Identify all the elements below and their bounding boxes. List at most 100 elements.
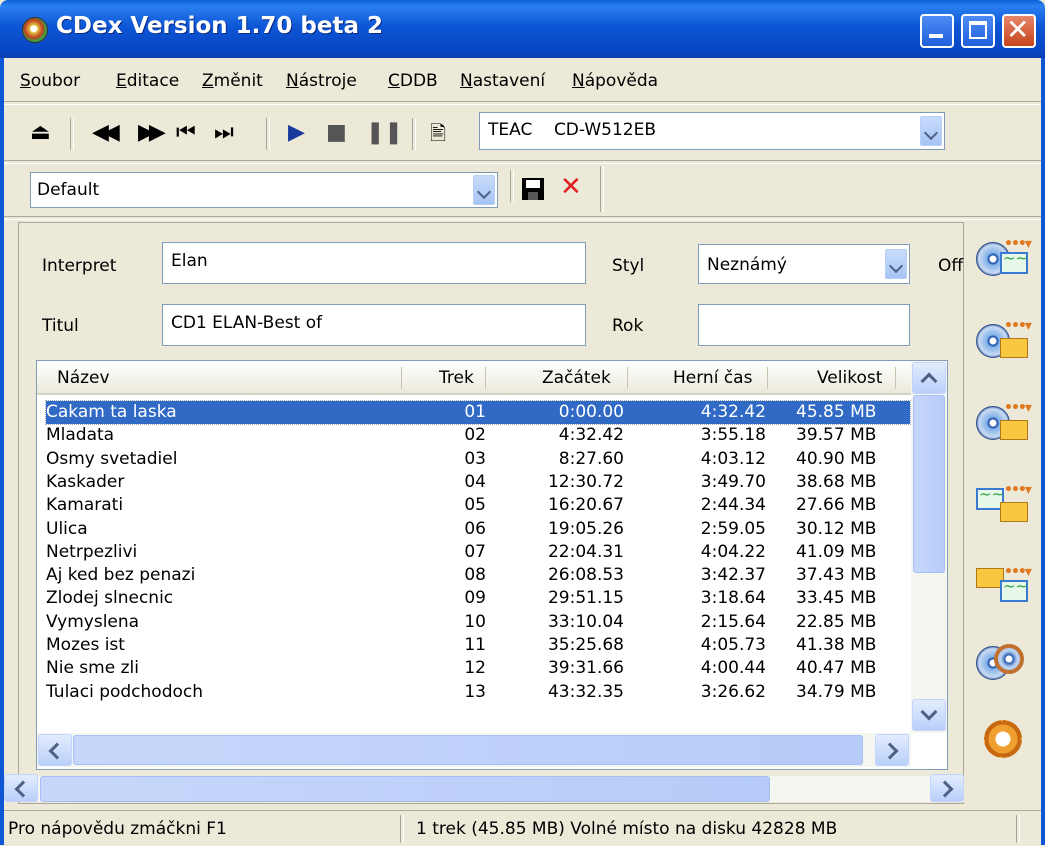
drive-select[interactable]: TEAC CD-W512EB <box>479 112 945 150</box>
track-name: Osmy svetadiel <box>46 448 178 469</box>
rip-to-wav-icon[interactable]: •••▾ <box>974 234 1032 284</box>
column-header-zacatek[interactable]: Začátek <box>542 368 611 388</box>
menu-nastaveni[interactable]: Nastavení <box>460 71 545 91</box>
profile-select[interactable]: Default <box>30 172 498 208</box>
profile-select-value: Default <box>37 180 100 200</box>
table-row[interactable]: Tulaci podchodoch 13 43:32.35 3:26.62 34.79 … <box>46 681 910 704</box>
titul-value: CD1 ELAN-Best of <box>171 313 323 333</box>
column-divider[interactable] <box>767 367 768 389</box>
minimize-button[interactable] <box>920 14 954 48</box>
menu-cddb[interactable]: CDDB <box>388 71 438 91</box>
interpret-input[interactable]: Elan <box>162 242 586 284</box>
play-icon[interactable]: ▶ <box>288 122 305 144</box>
titul-label: Titul <box>42 316 79 336</box>
status-help: Pro nápovědu zmáčkni F1 <box>8 819 227 839</box>
panel-horizontal-scrollbar[interactable] <box>4 774 964 802</box>
next-track-icon[interactable]: ⏭ <box>214 122 234 144</box>
menu-divider <box>4 101 1041 105</box>
table-row[interactable]: Osmy svetadiel 03 8:27.60 4:03.12 40.90 MB <box>46 448 910 471</box>
table-row[interactable]: Zlodej slnecnic 09 29:51.15 3:18.64 33.45 MB <box>46 587 910 610</box>
track-name: Netrpezlivi <box>46 541 138 562</box>
scroll-down-button[interactable] <box>912 699 946 731</box>
table-row[interactable]: Kaskader 04 12:30.72 3:49.70 38.68 MB <box>46 471 910 494</box>
table-row[interactable]: Ulica 06 19:05.26 2:59.05 30.12 MB <box>46 518 910 541</box>
toolbar-divider <box>4 216 1041 220</box>
track-name: Mozes ist <box>46 635 125 655</box>
table-row[interactable]: Vymyslena 10 33:10.04 2:15.64 22.85 MB <box>46 611 910 634</box>
vertical-scroll-thumb[interactable] <box>913 395 945 573</box>
table-row[interactable]: Netrpezlivi 07 22:04.31 4:04.22 41.09 MB <box>46 541 910 564</box>
track-number: 02 <box>464 425 486 446</box>
rip-to-mp3-icon[interactable]: •••▾ <box>974 316 1032 366</box>
track-duration: 4:03.12 <box>700 448 766 469</box>
save-profile-icon[interactable] <box>522 178 544 200</box>
status-separator <box>1016 815 1020 843</box>
track-number: 05 <box>464 495 486 516</box>
chevron-down-icon[interactable] <box>885 249 907 279</box>
close-button[interactable]: ✕ <box>1002 13 1036 48</box>
titul-input[interactable]: CD1 ELAN-Best of <box>162 304 586 346</box>
stop-icon[interactable]: ■ <box>326 122 347 144</box>
pause-icon[interactable]: ❚❚ <box>366 122 403 144</box>
eject-icon[interactable]: ⏏ <box>30 122 51 144</box>
track-name: Cakam ta laska <box>46 402 177 422</box>
cd-info-icon[interactable]: 🖹 <box>430 122 446 144</box>
column-divider[interactable] <box>627 367 628 389</box>
vertical-scrollbar[interactable] <box>911 361 947 733</box>
menu-nastroje[interactable]: Nástroje <box>286 71 357 91</box>
menu-soubor[interactable]: Soubor <box>20 71 80 91</box>
track-size: 41.38 MB <box>796 635 877 655</box>
fast-forward-icon[interactable]: ▶▶ <box>138 122 166 144</box>
title-bar[interactable]: CDex Version 1.70 beta 2 ✕ <box>0 0 1045 58</box>
menu-zmenit[interactable]: Změnit <box>202 71 263 91</box>
table-row[interactable]: Aj ked bez penazi 08 26:08.53 3:42.37 37.43 … <box>46 564 910 587</box>
chevron-right-icon <box>936 780 954 798</box>
column-header-trek[interactable]: Trek <box>439 368 474 388</box>
scroll-right-button[interactable] <box>875 734 909 766</box>
chevron-down-icon[interactable] <box>473 175 495 205</box>
table-row[interactable]: Mladata 02 4:32.42 3:55.18 39.57 MB <box>46 424 910 447</box>
mp3-to-wav-icon[interactable]: •••▾ <box>974 562 1032 612</box>
cd-search-icon[interactable] <box>974 638 1030 688</box>
rewind-icon[interactable]: ◀◀ <box>92 122 120 144</box>
chevron-down-icon[interactable] <box>920 116 942 146</box>
styl-label: Styl <box>612 256 645 276</box>
table-row[interactable]: Kamarati 05 16:20.67 2:44.34 27.66 MB <box>46 494 910 517</box>
app-cd-icon[interactable] <box>22 17 48 43</box>
column-header-herni-cas[interactable]: Herní čas <box>673 368 752 388</box>
maximize-button[interactable] <box>961 14 995 48</box>
track-start: 19:05.26 <box>547 518 624 539</box>
scroll-right-button[interactable] <box>930 774 964 802</box>
table-row[interactable]: Mozes ist 11 35:25.68 4:05.73 41.38 MB <box>46 634 910 657</box>
settings-gear-icon[interactable] <box>974 716 1030 766</box>
column-header-nazev[interactable]: Název <box>57 368 110 388</box>
panel-horizontal-scroll-thumb[interactable] <box>40 776 770 802</box>
column-header-velikost[interactable]: Velikost <box>817 368 882 388</box>
scroll-left-button[interactable] <box>4 774 38 802</box>
list-horizontal-scrollbar[interactable] <box>37 733 911 767</box>
list-horizontal-scroll-thumb[interactable] <box>73 735 863 765</box>
track-number: 11 <box>464 635 486 655</box>
track-size: 33.45 MB <box>796 588 877 609</box>
table-row[interactable]: Cakam ta laska 01 0:00.00 4:32.42 45.85 MB <box>45 400 911 425</box>
track-size: 27.66 MB <box>796 495 877 516</box>
column-divider[interactable] <box>485 367 486 389</box>
column-divider[interactable] <box>895 367 896 389</box>
delete-profile-icon[interactable]: ✕ <box>560 172 582 202</box>
wave-icon <box>1000 577 1028 602</box>
folder-icon <box>1000 502 1028 522</box>
wav-to-mp3-icon[interactable]: •••▾ <box>974 480 1032 530</box>
scroll-up-button[interactable] <box>912 362 946 394</box>
scroll-left-button[interactable] <box>38 734 72 766</box>
menu-editace[interactable]: Editace <box>116 71 179 91</box>
table-row[interactable]: Nie sme zli 12 39:31.66 4:00.44 40.47 MB <box>46 657 910 680</box>
track-start: 26:08.53 <box>547 565 624 586</box>
column-divider[interactable] <box>401 367 402 389</box>
rip-partial-icon[interactable]: •••▾ <box>974 398 1032 448</box>
track-list[interactable]: Název Trek Začátek Herní čas Velikost Ca… <box>36 360 948 770</box>
status-separator <box>400 815 404 843</box>
styl-select[interactable]: Neznámý <box>698 244 910 284</box>
rok-input[interactable] <box>698 304 910 346</box>
menu-napoveda[interactable]: Nápověda <box>572 71 658 91</box>
previous-track-icon[interactable]: ⏮ <box>176 122 196 144</box>
